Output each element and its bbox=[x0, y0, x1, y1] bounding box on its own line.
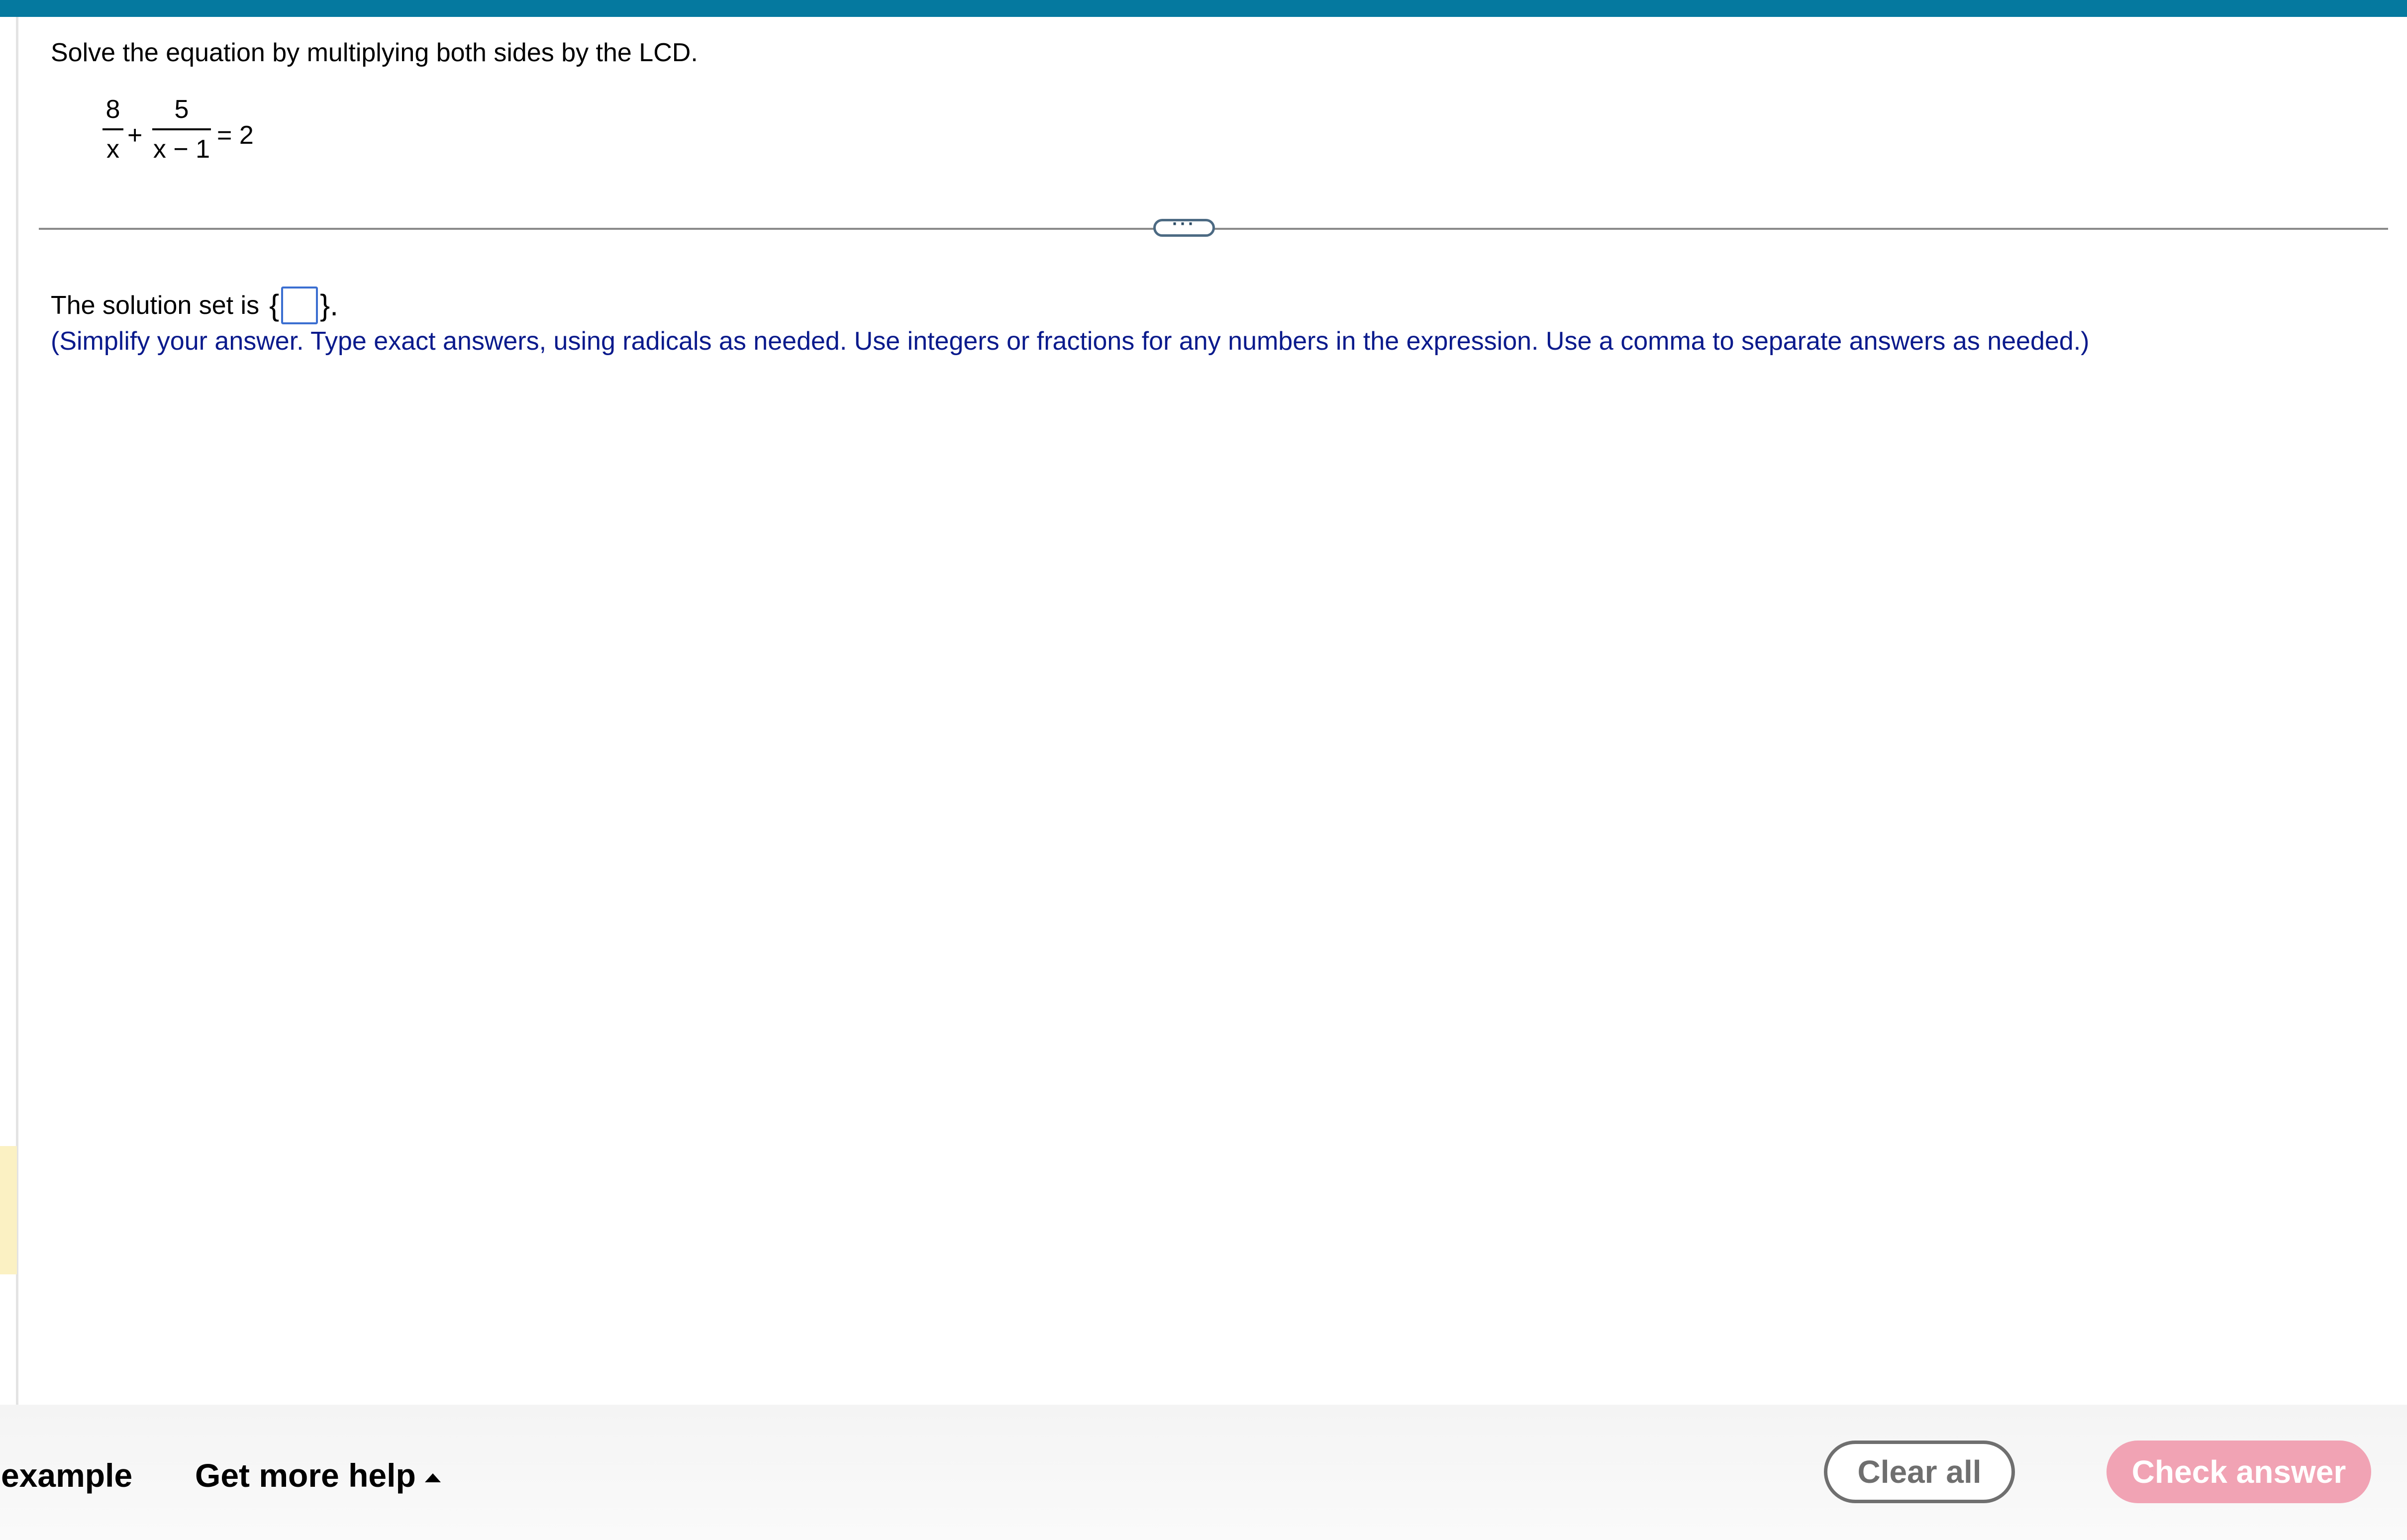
fraction-numerator: 8 bbox=[105, 95, 120, 124]
fraction-denominator: x − 1 bbox=[153, 135, 210, 164]
check-answer-button[interactable]: Check answer bbox=[2106, 1441, 2371, 1503]
question-instruction: Solve the equation by multiplying both s… bbox=[51, 38, 698, 67]
top-bar bbox=[0, 0, 2407, 17]
fraction-5-over-x-minus-1: 5 x − 1 bbox=[152, 95, 211, 164]
get-more-help-button[interactable]: Get more help bbox=[195, 1456, 441, 1494]
caret-up-icon bbox=[424, 1473, 441, 1482]
left-panel-highlight bbox=[0, 1146, 17, 1274]
answer-hint: (Simplify your answer. Type exact answer… bbox=[51, 327, 2090, 356]
fraction-bar bbox=[102, 128, 123, 130]
fraction-8-over-x: 8 x bbox=[102, 95, 123, 164]
fraction-bar bbox=[152, 128, 211, 130]
view-example-link[interactable]: example bbox=[1, 1456, 132, 1494]
fraction-denominator: x bbox=[106, 135, 119, 164]
close-brace: }. bbox=[320, 289, 338, 322]
equals-two: = 2 bbox=[217, 121, 254, 150]
open-brace: { bbox=[269, 289, 280, 322]
ellipsis-icon: ··· bbox=[1172, 213, 1196, 234]
fraction-numerator: 5 bbox=[174, 95, 189, 124]
clear-all-button[interactable]: Clear all bbox=[1824, 1441, 2015, 1503]
get-more-help-label: Get more help bbox=[195, 1457, 416, 1494]
answer-input[interactable] bbox=[281, 287, 318, 324]
expand-button[interactable]: ··· bbox=[1153, 213, 1215, 237]
solution-prefix: The solution set is bbox=[51, 291, 260, 320]
solution-line: The solution set is { }. bbox=[51, 286, 339, 325]
plus-sign: + bbox=[127, 121, 143, 150]
